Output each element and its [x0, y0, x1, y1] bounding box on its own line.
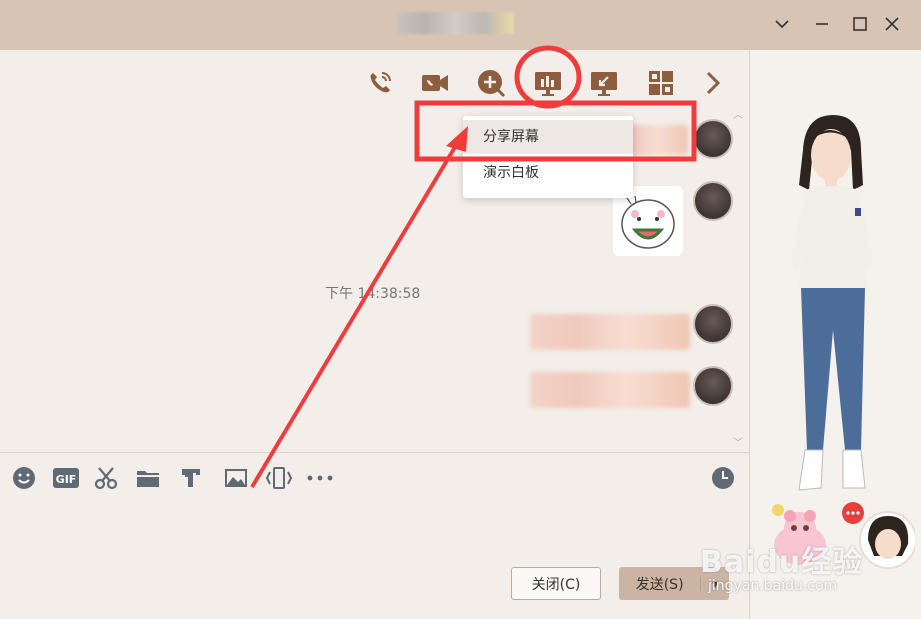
image-icon[interactable] [223, 465, 249, 491]
emoji-icon[interactable] [11, 465, 37, 491]
message-bubble [530, 372, 690, 408]
close-button[interactable]: 关闭(C) [511, 567, 601, 600]
history-clock-icon[interactable] [710, 465, 736, 491]
title-bar [0, 0, 921, 50]
gif-icon[interactable]: GIF [52, 465, 80, 491]
baidu-watermark: Baidu经验 [700, 545, 864, 580]
add-contact-icon[interactable] [476, 68, 506, 98]
avatar[interactable] [693, 304, 733, 344]
scissors-icon[interactable] [93, 465, 119, 491]
font-icon[interactable] [178, 465, 204, 491]
screen-share-icon[interactable] [533, 68, 563, 98]
scroll-down-arrow[interactable]: ﹀ [733, 434, 743, 449]
baidu-watermark-url: jingyan.baidu.com [708, 578, 838, 594]
message-timestamp: 下午 14:38:58 [325, 286, 421, 302]
chevron-down-icon[interactable] [770, 12, 794, 36]
gif-label: GIF [56, 473, 77, 486]
screen-shake-icon[interactable] [264, 465, 294, 491]
send-button-label: 发送(S) [635, 576, 684, 593]
remote-desktop-icon[interactable] [589, 68, 619, 98]
menu-item-whiteboard[interactable]: 演示白板 [463, 156, 633, 190]
menu-item-share-screen[interactable]: 分享屏幕 [463, 120, 633, 154]
avatar[interactable] [693, 366, 733, 406]
video-call-icon[interactable] [420, 68, 450, 98]
avatar[interactable] [693, 119, 733, 159]
apps-grid-icon[interactable] [646, 68, 676, 98]
folder-icon[interactable] [135, 465, 161, 491]
share-screen-menu: 分享屏幕 演示白板 [463, 116, 633, 198]
chevron-right-icon[interactable] [698, 68, 728, 98]
window-title-blurred [396, 12, 514, 34]
avatar[interactable] [693, 181, 733, 221]
close-icon[interactable] [880, 12, 904, 36]
message-input[interactable] [0, 500, 749, 560]
avatar-character-figure [791, 115, 873, 491]
phone-call-icon[interactable] [365, 68, 395, 98]
message-bubble [530, 314, 690, 350]
maximize-icon[interactable] [848, 12, 872, 36]
minimize-icon[interactable] [810, 12, 834, 36]
scroll-up-arrow[interactable]: ︿ [733, 106, 743, 121]
input-divider [0, 452, 749, 453]
more-icon[interactable] [305, 465, 335, 491]
